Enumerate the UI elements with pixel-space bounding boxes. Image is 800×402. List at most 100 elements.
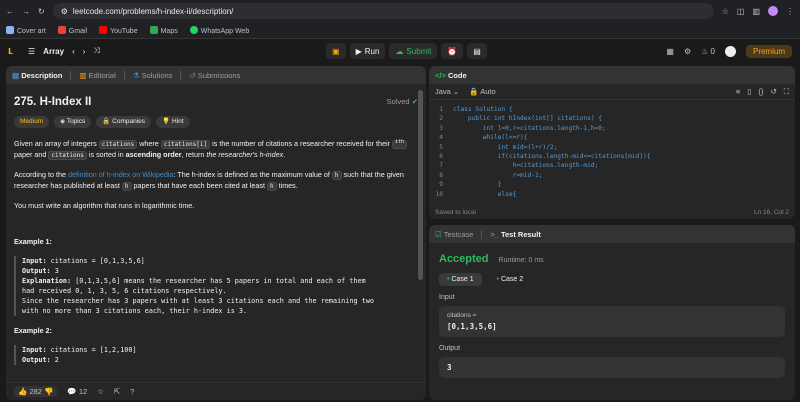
like-button[interactable]: 👍 282 👎 [14,386,58,397]
topics-tag[interactable]: ◈ Topics [54,116,92,128]
problem-paragraph-2: According to the definition of h-index o… [14,170,404,191]
case-2-tab[interactable]: • Case 2 [489,273,532,286]
comments-button[interactable]: 💬 12 [67,387,87,396]
tab-test-result[interactable]: >_ Test Result [490,230,541,239]
timer-button[interactable]: ⏰ [441,43,464,59]
tab-description[interactable]: ▤ Description [12,71,62,80]
leetcode-logo-icon[interactable]: ʟ [8,45,20,57]
bookmark-star-icon[interactable]: ☆ [722,7,729,16]
bookmark-whatsapp[interactable]: WhatsApp Web [189,25,249,35]
section-title[interactable]: Array [43,47,64,56]
back-icon[interactable]: ← [6,7,14,16]
streak-counter[interactable]: ♨ 0 [701,47,715,56]
tag-icon: ◈ [60,118,66,125]
description-panel: ▤ Description ▥ Editorial ⚗ Solutions ↺ … [6,66,426,400]
thumbs-up-icon: 👍 [18,387,28,396]
share-icon[interactable]: ⇱ [114,387,120,396]
code-tabs: </> Code [429,66,795,84]
bug-icon: ▣ [332,46,340,56]
fullscreen-icon[interactable]: ⛶ [784,87,789,97]
format-icon[interactable]: ≡ [736,87,740,97]
bookmark-maps[interactable]: Maps [149,25,178,35]
tab-editorial[interactable]: ▥ Editorial [79,71,115,80]
wikipedia-link[interactable]: definition of h-index on Wikipedia [68,170,173,179]
problem-list-icon[interactable]: ☰ [28,47,35,56]
checkbox-icon: ☑ [435,229,442,239]
test-result-panel: ☑ Testcase >_ Test Result Accepted Runti… [429,225,795,400]
profile-avatar[interactable] [768,6,778,16]
book-icon: ▥ [79,70,87,80]
description-footer: 👍 282 👎 💬 12 ☆ ⇱ ? [6,382,426,400]
flask-icon: ⚗ [132,70,140,80]
reload-icon[interactable]: ↻ [38,7,45,16]
example-2-block: Input: citations = [1,2,100] Output: 2 [14,345,418,365]
braces-icon[interactable]: {} [758,87,763,97]
tab-submissions[interactable]: ↺ Submissions [189,71,240,80]
forward-icon[interactable]: → [22,7,30,16]
solved-badge: Solved ✔ [386,97,418,106]
play-icon: ▶ [355,46,362,56]
code-editor[interactable]: 1 class Solution { 2 public int hIndex(in… [429,100,795,204]
note-icon: ▤ [473,46,481,56]
output-box: 3 [439,357,785,378]
input-label: Input [439,294,455,301]
browser-toolbar: ← → ↻ ⚙ leetcode.com/problems/h-index-ii… [0,0,800,22]
fire-icon: ♨ [701,46,709,56]
cursor-position: Ln 16, Col 2 [753,209,789,216]
leetcode-navbar: ʟ ☰ Array ‹ › ⤨ ▣ ▶ Run ☁ Submit ⏰ ▤ ▦ ⚙ ♨… [0,39,800,63]
tab-solutions[interactable]: ⚗ Solutions [133,71,173,80]
bookmark-icon[interactable]: ▯ [747,87,751,97]
difficulty-tag[interactable]: Medium [14,116,50,128]
bookmark-gmail[interactable]: Gmail [57,25,87,35]
sidepanel-icon[interactable]: ▥ [752,7,760,16]
runtime-text: Runtime: 0 ms [498,257,544,264]
description-scrollbar[interactable] [418,90,423,280]
user-avatar[interactable] [724,45,736,57]
next-problem-icon[interactable]: › [83,47,86,56]
hint-tag[interactable]: 💡 Hint [156,116,190,128]
bookmarks-bar: Cover art Gmail YouTube Maps WhatsApp We… [0,22,800,39]
input-box: citations = [0,1,3,5,6] [439,306,785,337]
companies-tag[interactable]: 🔒 Companies [96,116,152,128]
prev-problem-icon[interactable]: ‹ [72,47,75,56]
cloud-upload-icon: ☁ [395,46,404,56]
document-icon: ▤ [12,70,20,80]
help-icon[interactable]: ? [130,387,134,396]
terminal-icon: >_ [490,229,499,239]
premium-button[interactable]: Premium [745,44,792,58]
extensions-icon[interactable]: ◫ [737,7,745,16]
run-button[interactable]: ▶ Run [349,43,386,59]
save-status: Saved to local [435,209,476,216]
comment-icon: 💬 [67,387,77,396]
shuffle-icon[interactable]: ⤨ [93,46,99,56]
example-2-heading: Example 2: [14,326,52,335]
lock-icon: 🔒 [469,87,479,96]
star-icon[interactable]: ☆ [97,387,104,396]
reset-icon[interactable]: ↺ [770,87,776,97]
tab-testcase[interactable]: ☑ Testcase [435,230,473,239]
case-1-tab[interactable]: • Case 1 [439,273,482,286]
lock-icon: 🔒 [102,118,111,125]
thumbs-down-icon: 👎 [44,387,54,396]
result-tabs: ☑ Testcase >_ Test Result [429,225,795,243]
bookmark-youtube[interactable]: YouTube [99,25,138,35]
problem-paragraph-3: You must write an algorithm that runs in… [14,201,195,210]
address-bar[interactable]: ⚙ leetcode.com/problems/h-index-ii/descr… [52,3,714,19]
bookmark-cover-art[interactable]: Cover art [6,25,46,35]
example-1-block: Input: citations = [0,1,3,5,6] Output: 3… [14,256,418,316]
code-icon: </> [435,70,446,80]
output-label: Output [439,345,461,352]
description-tabs: ▤ Description ▥ Editorial ⚗ Solutions ↺ … [6,66,426,84]
language-select[interactable]: Java ⌄ [435,87,459,96]
auto-mode[interactable]: 🔒 Auto [469,87,495,96]
settings-icon[interactable]: ⚙ [684,47,691,56]
notes-button[interactable]: ▤ [467,43,487,59]
site-info-icon[interactable]: ⚙ [61,7,68,16]
menu-icon[interactable]: ⋮ [786,7,794,16]
layout-icon[interactable]: ▦ [666,47,674,56]
submit-button[interactable]: ☁ Submit [389,43,438,59]
debug-button[interactable]: ▣ [326,43,346,59]
problem-description: 275. H-Index II Solved ✔ Medium ◈ Topics … [6,84,426,373]
problem-title: 275. H-Index II [14,96,92,108]
tab-code[interactable]: </> Code [435,71,467,80]
